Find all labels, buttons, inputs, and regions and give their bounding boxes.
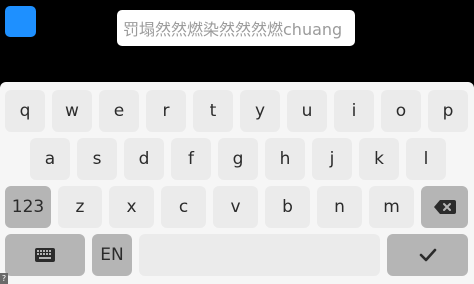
key-h[interactable]: h xyxy=(265,138,305,180)
app-icon[interactable] xyxy=(5,6,36,37)
key-t[interactable]: t xyxy=(193,90,233,132)
keyboard-icon xyxy=(35,248,55,262)
language-switch-key[interactable]: EN xyxy=(92,234,132,276)
key-b[interactable]: b xyxy=(265,186,310,228)
checkmark-icon xyxy=(419,248,437,262)
text-input-value: 罚塌然然燃染然然然燃chuang xyxy=(123,20,343,39)
key-o[interactable]: o xyxy=(381,90,421,132)
key-p[interactable]: p xyxy=(428,90,468,132)
backspace-key[interactable] xyxy=(421,186,468,228)
key-z[interactable]: z xyxy=(58,186,102,228)
key-i[interactable]: i xyxy=(334,90,374,132)
on-screen-keyboard: q w e r t y u i o p a s d f g h j k l 12… xyxy=(0,82,474,284)
key-j[interactable]: j xyxy=(312,138,352,180)
keyboard-switch-key[interactable] xyxy=(5,234,85,276)
backspace-icon xyxy=(433,200,456,214)
key-n[interactable]: n xyxy=(317,186,362,228)
key-d[interactable]: d xyxy=(124,138,164,180)
space-key[interactable] xyxy=(139,234,380,276)
key-x[interactable]: x xyxy=(109,186,154,228)
key-g[interactable]: g xyxy=(218,138,258,180)
key-k[interactable]: k xyxy=(359,138,399,180)
key-m[interactable]: m xyxy=(369,186,414,228)
key-l[interactable]: l xyxy=(406,138,446,180)
key-f[interactable]: f xyxy=(171,138,211,180)
text-input-field[interactable]: 罚塌然然燃染然然然燃chuang xyxy=(117,10,355,46)
corner-mark: ? xyxy=(0,273,8,284)
key-e[interactable]: e xyxy=(99,90,139,132)
key-r[interactable]: r xyxy=(146,90,186,132)
key-u[interactable]: u xyxy=(287,90,327,132)
key-y[interactable]: y xyxy=(240,90,280,132)
screen: 罚塌然然燃染然然然燃chuang q w e r t y u i o p a s… xyxy=(0,0,474,284)
key-q[interactable]: q xyxy=(5,90,45,132)
key-a[interactable]: a xyxy=(30,138,70,180)
key-v[interactable]: v xyxy=(213,186,258,228)
key-w[interactable]: w xyxy=(52,90,92,132)
numbers-key[interactable]: 123 xyxy=(5,186,51,228)
confirm-key[interactable] xyxy=(387,234,468,276)
key-c[interactable]: c xyxy=(161,186,206,228)
key-s[interactable]: s xyxy=(77,138,117,180)
